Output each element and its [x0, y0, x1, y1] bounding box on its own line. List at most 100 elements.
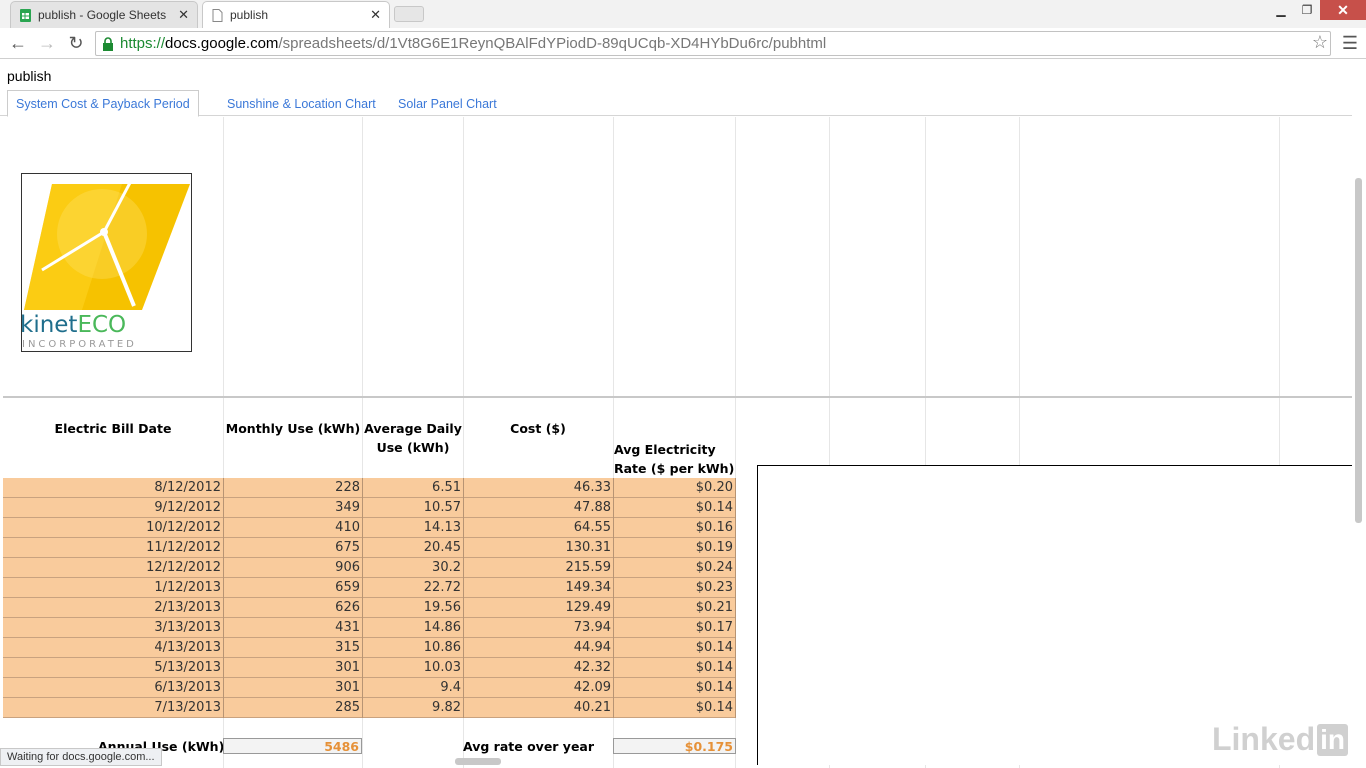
logo-word-eco: ECO — [77, 312, 127, 338]
watermark-text: Linked — [1211, 721, 1316, 757]
cell-date: 1/12/2013 — [3, 578, 224, 598]
cell-date: 11/12/2012 — [3, 538, 224, 558]
cell-monthly-use: 315 — [224, 638, 363, 658]
new-tab-button[interactable] — [394, 6, 424, 22]
cell-date: 4/13/2013 — [3, 638, 224, 658]
cell-rate: $0.19 — [614, 538, 736, 558]
company-logo: kinetECO INCORPORATED — [21, 173, 192, 352]
cell-date: 5/13/2013 — [3, 658, 224, 678]
cell-avg-daily: 10.86 — [363, 638, 464, 658]
status-bar: Waiting for docs.google.com... — [0, 748, 162, 766]
tab-sunshine-location-chart[interactable]: Sunshine & Location Chart — [219, 90, 384, 117]
cell-cost: 149.34 — [464, 578, 614, 598]
cell-monthly-use: 349 — [224, 498, 363, 518]
cell-cost: 73.94 — [464, 618, 614, 638]
close-tab-icon[interactable]: ✕ — [370, 7, 381, 23]
watermark-suffix: in — [1317, 723, 1348, 756]
table-row: 7/13/2013 285 9.82 40.21 $0.14 — [3, 698, 736, 718]
cell-date: 7/13/2013 — [3, 698, 224, 718]
cell-rate: $0.14 — [614, 638, 736, 658]
cell-avg-daily: 14.13 — [363, 518, 464, 538]
cell-date: 10/12/2012 — [3, 518, 224, 538]
cell-monthly-use: 659 — [224, 578, 363, 598]
browser-toolbar: ← → ↻ https://docs.google.com/spreadshee… — [0, 28, 1366, 59]
spreadsheet-grid: kinetECO INCORPORATED Electric Bill Date… — [3, 117, 1352, 768]
close-window-icon[interactable]: ✕ — [1320, 0, 1366, 20]
tab-solar-panel-chart[interactable]: Solar Panel Chart — [390, 90, 505, 117]
table-row: 1/12/2013 659 22.72 149.34 $0.23 — [3, 578, 736, 598]
table-row: 10/12/2012 410 14.13 64.55 $0.16 — [3, 518, 736, 538]
document-title: publish — [7, 68, 52, 84]
cell-rate: $0.14 — [614, 658, 736, 678]
cell-date: 8/12/2012 — [3, 478, 224, 498]
table-row: 11/12/2012 675 20.45 130.31 $0.19 — [3, 538, 736, 558]
header-rate-line1: Avg Electricity — [614, 442, 716, 457]
cell-monthly-use: 228 — [224, 478, 363, 498]
cell-monthly-use: 906 — [224, 558, 363, 578]
cell-monthly-use: 626 — [224, 598, 363, 618]
back-arrow-icon[interactable]: ← — [8, 33, 28, 53]
address-bar[interactable]: https://docs.google.com/spreadsheets/d/1… — [95, 31, 1331, 56]
bookmark-star-icon[interactable]: ☆ — [1312, 32, 1328, 53]
close-tab-icon[interactable]: ✕ — [178, 7, 189, 23]
reload-icon[interactable]: ↻ — [66, 33, 86, 53]
restore-icon[interactable]: ❐ — [1294, 0, 1320, 20]
header-cost: Cost ($) — [510, 421, 566, 436]
table-row: 4/13/2013 315 10.86 44.94 $0.14 — [3, 638, 736, 658]
cell-rate: $0.14 — [614, 498, 736, 518]
cell-cost: 42.32 — [464, 658, 614, 678]
header-average-daily-line2: Use (kWh) — [376, 440, 450, 455]
cell-avg-daily: 9.82 — [363, 698, 464, 718]
cell-rate: $0.14 — [614, 698, 736, 718]
cell-cost: 40.21 — [464, 698, 614, 718]
linkedin-watermark: Linked in — [1212, 721, 1348, 758]
cell-date: 9/12/2012 — [3, 498, 224, 518]
cell-date: 3/13/2013 — [3, 618, 224, 638]
annual-use-value: 5486 — [324, 739, 359, 754]
forward-arrow-icon[interactable]: → — [37, 33, 57, 53]
row-divider — [3, 396, 1352, 398]
header-average-daily-line1: Average Daily — [364, 421, 462, 436]
url-path: /spreadsheets/d/1Vt8G6E1ReynQBAlFdYPiodD… — [278, 35, 827, 52]
cell-rate: $0.23 — [614, 578, 736, 598]
table-row: 9/12/2012 349 10.57 47.88 $0.14 — [3, 498, 736, 518]
window-controls: ▁ ❐ ✕ — [1268, 0, 1366, 22]
tab-title: publish — [230, 8, 269, 22]
cell-avg-daily: 14.86 — [363, 618, 464, 638]
cell-monthly-use: 431 — [224, 618, 363, 638]
avg-rate-label: Avg rate over year — [463, 739, 595, 754]
header-rate-line2: Rate ($ per kWh) — [614, 461, 735, 476]
browser-tab-google-sheets[interactable]: publish - Google Sheets ✕ — [10, 1, 198, 28]
cell-rate: $0.21 — [614, 598, 736, 618]
avg-rate-value: $0.175 — [684, 739, 733, 754]
hamburger-menu-icon[interactable]: ☰ — [1342, 33, 1358, 54]
lock-icon — [103, 36, 113, 51]
cell-avg-daily: 20.45 — [363, 538, 464, 558]
logo-wordmark: kinetECO — [22, 312, 127, 338]
table-row: 8/12/2012 228 6.51 46.33 $0.20 — [3, 478, 736, 498]
cell-date: 6/13/2013 — [3, 678, 224, 698]
cell-cost: 130.31 — [464, 538, 614, 558]
tab-system-cost[interactable]: System Cost & Payback Period — [7, 90, 199, 117]
horizontal-scrollbar[interactable] — [455, 758, 501, 765]
table-row: 2/13/2013 626 19.56 129.49 $0.21 — [3, 598, 736, 618]
cell-monthly-use: 410 — [224, 518, 363, 538]
cell-avg-daily: 22.72 — [363, 578, 464, 598]
cell-avg-daily: 10.03 — [363, 658, 464, 678]
browser-tab-strip: publish - Google Sheets ✕ publish ✕ ▁ ❐ … — [0, 0, 1366, 28]
cell-cost: 46.33 — [464, 478, 614, 498]
minimize-icon[interactable]: ▁ — [1268, 0, 1294, 20]
page-icon — [212, 8, 223, 22]
chart-area — [757, 465, 1352, 765]
tab-title: publish - Google Sheets — [38, 8, 167, 22]
vertical-scrollbar[interactable] — [1355, 178, 1362, 523]
cell-monthly-use: 675 — [224, 538, 363, 558]
cell-monthly-use: 301 — [224, 658, 363, 678]
cell-rate: $0.16 — [614, 518, 736, 538]
cell-cost: 215.59 — [464, 558, 614, 578]
browser-tab-publish[interactable]: publish ✕ — [202, 1, 390, 28]
cell-rate: $0.20 — [614, 478, 736, 498]
table-row: 6/13/2013 301 9.4 42.09 $0.14 — [3, 678, 736, 698]
url-scheme: https:// — [120, 35, 166, 52]
table-row: 12/12/2012 906 30.2 215.59 $0.24 — [3, 558, 736, 578]
